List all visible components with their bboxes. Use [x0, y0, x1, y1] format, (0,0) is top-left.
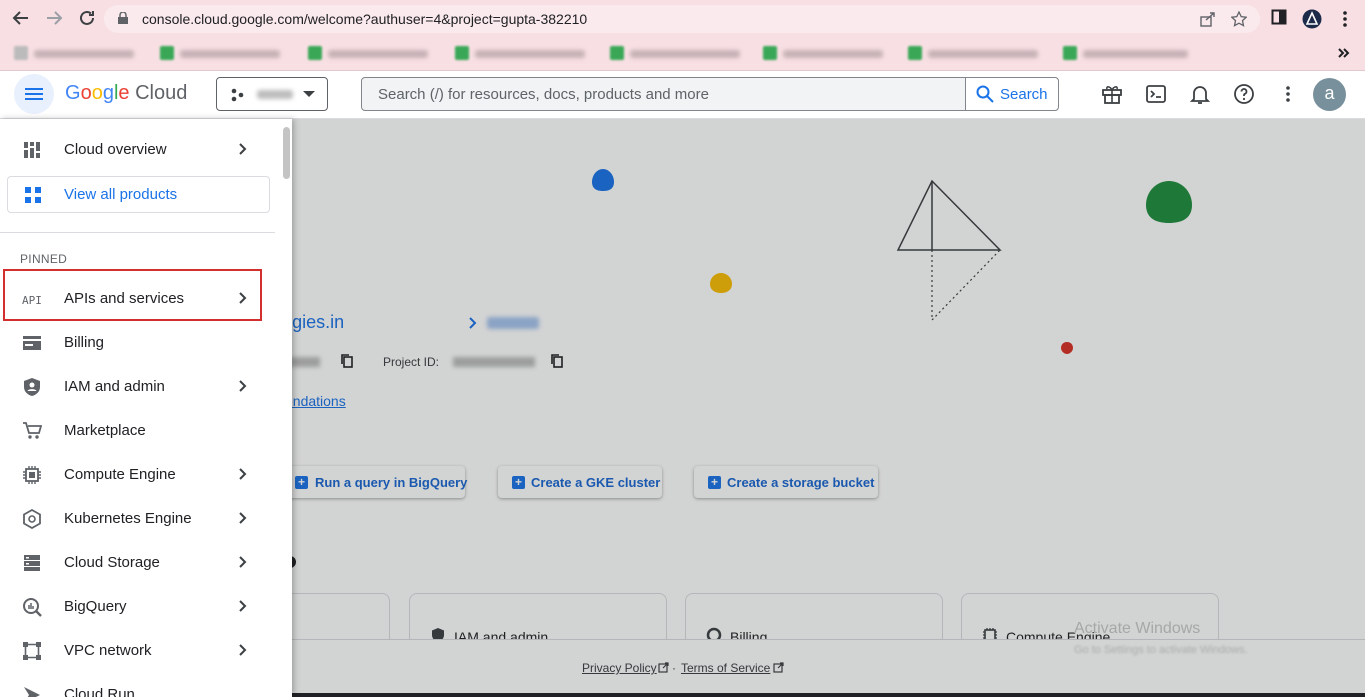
chevron-right-icon: [239, 468, 247, 480]
project-icon: [231, 88, 244, 102]
bookmark-item[interactable]: [455, 46, 595, 62]
divider: [0, 232, 275, 233]
chrome-menu-icon[interactable]: [1335, 9, 1355, 29]
cloud-run-icon: [24, 687, 40, 697]
project-selector[interactable]: [216, 77, 328, 111]
lock-icon: [118, 12, 128, 24]
sidebar-item-label: Kubernetes Engine: [64, 510, 192, 527]
sidebar-item-label: IAM and admin: [64, 378, 165, 395]
highlight-box: [3, 269, 262, 321]
google-cloud-logo[interactable]: Google Cloud: [65, 82, 187, 105]
search-button[interactable]: Search: [965, 78, 1058, 110]
chevron-right-icon: [239, 556, 247, 568]
browser-toolbar: console.cloud.google.com/welcome?authuse…: [0, 0, 1365, 38]
side-panel-icon[interactable]: [1269, 9, 1289, 29]
sidebar-item-label: BigQuery: [64, 598, 127, 615]
kubernetes-icon: [23, 509, 41, 529]
side-navigation: Cloud overview View all products PINNED …: [0, 119, 292, 697]
bookmark-item[interactable]: [14, 46, 144, 62]
cloud-shell-icon[interactable]: [1144, 82, 1168, 106]
sidebar-item-vpc-network[interactable]: VPC network: [0, 628, 275, 672]
sidebar-item-bigquery[interactable]: BigQuery: [0, 584, 275, 628]
bookmark-item[interactable]: [763, 46, 893, 62]
sidebar-item-label: Marketplace: [64, 422, 146, 439]
taskbar-edge: [292, 693, 1365, 697]
sidebar-item-compute-engine[interactable]: Compute Engine: [0, 452, 275, 496]
bookmark-star-icon[interactable]: [1230, 10, 1248, 29]
storage-icon: [24, 555, 40, 571]
gift-icon[interactable]: [1100, 82, 1124, 106]
sidebar-item-cloud-storage[interactable]: Cloud Storage: [0, 540, 275, 584]
address-bar[interactable]: console.cloud.google.com/welcome?authuse…: [104, 5, 1260, 33]
notifications-bell-icon[interactable]: [1188, 82, 1212, 106]
chevron-right-icon: [239, 600, 247, 612]
sidebar-item-iam-and-admin[interactable]: IAM and admin: [0, 364, 275, 408]
bookmark-item[interactable]: [308, 46, 438, 62]
grid-icon: [25, 187, 41, 203]
bookmarks-overflow-icon[interactable]: [1337, 46, 1353, 62]
search-placeholder: Search (/) for resources, docs, products…: [378, 86, 709, 103]
reload-icon[interactable]: [76, 8, 98, 30]
sidebar-item-label: Cloud Storage: [64, 554, 160, 571]
bigquery-icon: [23, 598, 42, 617]
bookmark-item[interactable]: [908, 46, 1048, 62]
sidebar-item-cloud-overview[interactable]: Cloud overview: [0, 127, 275, 171]
url-text: console.cloud.google.com/welcome?authuse…: [142, 11, 588, 27]
share-icon[interactable]: [1199, 11, 1217, 29]
bookmark-item[interactable]: [160, 46, 290, 62]
dropdown-caret-icon: [303, 91, 315, 97]
pinned-section-header: PINNED: [20, 252, 68, 266]
sidebar-item-label: VPC network: [64, 642, 152, 659]
shield-icon: [24, 378, 40, 396]
chevron-right-icon: [239, 644, 247, 656]
forward-arrow-icon[interactable]: [43, 8, 65, 30]
sidebar-item-label: Cloud overview: [64, 141, 167, 158]
network-icon: [23, 642, 41, 660]
view-all-products-button[interactable]: View all products: [7, 176, 270, 213]
console-header: Google Cloud Search (/) for resources, d…: [0, 71, 1365, 119]
sidebar-item-label: Cloud Run: [64, 686, 135, 697]
bookmarks-bar: [0, 38, 1365, 71]
extension-icon[interactable]: [1302, 9, 1322, 29]
sidenav-scrollbar[interactable]: [283, 127, 290, 179]
back-arrow-icon[interactable]: [10, 8, 32, 30]
sidebar-item-label: Billing: [64, 334, 105, 351]
bookmark-item[interactable]: [610, 46, 750, 62]
sidebar-item-label: Compute Engine: [64, 466, 176, 483]
logo-cloud-text: Cloud: [135, 82, 188, 104]
sidebar-item-cloud-run[interactable]: Cloud Run: [0, 672, 275, 697]
avatar[interactable]: a: [1313, 78, 1346, 111]
bookmark-item[interactable]: [1063, 46, 1203, 62]
cart-icon: [23, 422, 42, 439]
menu-icon[interactable]: [14, 74, 54, 114]
chevron-right-icon: [239, 143, 247, 155]
project-name-redacted: [257, 90, 293, 99]
more-options-icon[interactable]: [1276, 82, 1300, 106]
dashboard-icon: [24, 142, 40, 158]
search-button-label: Search: [1000, 86, 1048, 103]
sidebar-item-kubernetes-engine[interactable]: Kubernetes Engine: [0, 496, 275, 540]
chevron-right-icon: [239, 380, 247, 392]
search-icon: [976, 85, 994, 103]
billing-icon: [23, 336, 41, 350]
search-box[interactable]: Search (/) for resources, docs, products…: [361, 77, 1059, 111]
view-all-products-label: View all products: [64, 186, 178, 203]
chip-icon: [23, 466, 41, 484]
chevron-right-icon: [239, 512, 247, 524]
sidebar-item-billing[interactable]: Billing: [0, 320, 275, 364]
sidebar-item-marketplace[interactable]: Marketplace: [0, 408, 275, 452]
help-icon[interactable]: [1232, 82, 1256, 106]
